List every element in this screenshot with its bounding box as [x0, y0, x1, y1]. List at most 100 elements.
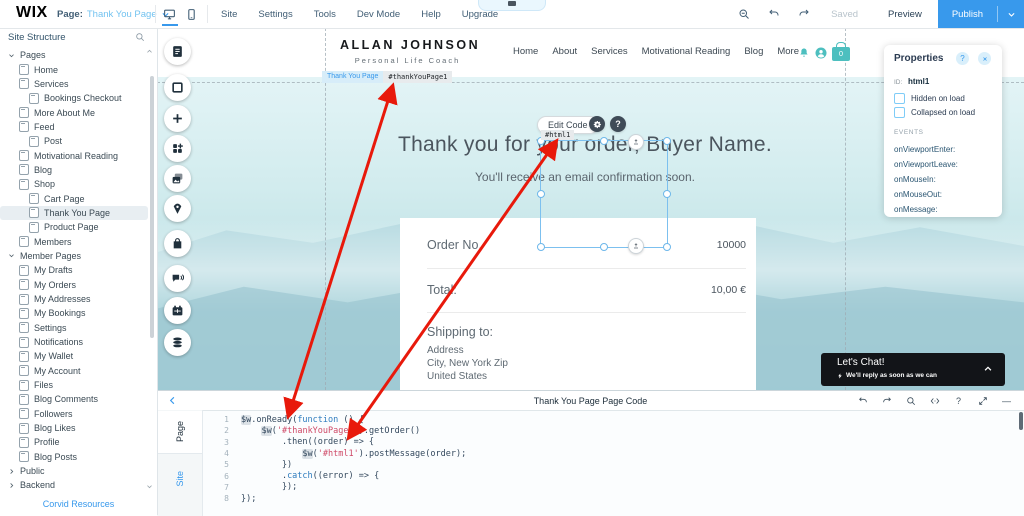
redo-button[interactable] [789, 0, 819, 28]
undo-icon[interactable] [857, 395, 868, 406]
site-nav-blog[interactable]: Blog [744, 46, 763, 57]
resize-handle[interactable] [537, 190, 545, 198]
event-onmessage[interactable]: onMessage: [894, 205, 938, 214]
sidebar-item-files[interactable]: Files [0, 378, 148, 392]
corvid-resources-link[interactable]: Corvid Resources [0, 499, 157, 509]
sidebar-item-my-account[interactable]: My Account [0, 364, 148, 378]
sidebar-item-member-pages[interactable]: Member Pages [0, 249, 148, 263]
event-onviewportleave[interactable]: onViewportLeave: [894, 160, 958, 169]
resize-handle[interactable] [600, 137, 608, 145]
sidebar-item-members[interactable]: Members [0, 234, 148, 248]
save-status[interactable]: Saved [831, 9, 858, 20]
resize-handle[interactable] [663, 243, 671, 251]
redo-icon[interactable] [881, 395, 892, 406]
background-button[interactable] [164, 74, 191, 101]
sidebar-item-post[interactable]: Post [0, 134, 148, 148]
menu-site[interactable]: Site [221, 9, 237, 20]
help-button[interactable]: ? [610, 116, 626, 132]
chevron-up-icon[interactable] [983, 364, 993, 374]
scroll-down-icon[interactable] [146, 483, 153, 490]
sidebar-item-followers[interactable]: Followers [0, 407, 148, 421]
resize-handle[interactable] [663, 137, 671, 145]
scrollbar-thumb[interactable] [150, 76, 154, 338]
tab-site[interactable]: Site [157, 458, 202, 500]
undo-button[interactable] [759, 0, 789, 28]
zoom-out-button[interactable] [729, 0, 759, 28]
avatar-icon[interactable] [815, 47, 827, 59]
sidebar-item-backend[interactable]: Backend [0, 478, 148, 492]
sidebar-item-pages[interactable]: Pages [0, 48, 148, 62]
mobile-icon[interactable] [185, 8, 198, 21]
sidebar-item-home[interactable]: Home [0, 62, 148, 76]
sidebar-item-feed[interactable]: Feed [0, 120, 148, 134]
bell-icon[interactable] [798, 47, 810, 59]
tab-page[interactable]: Page [157, 411, 202, 454]
stretch-handle-bottom[interactable] [628, 238, 644, 254]
sidebar-item-blog-comments[interactable]: Blog Comments [0, 392, 148, 406]
sidebar-item-shop[interactable]: Shop [0, 177, 148, 191]
desktop-icon[interactable] [163, 8, 176, 21]
event-onviewportenter[interactable]: onViewportEnter: [894, 145, 955, 154]
menu-dev-mode[interactable]: Dev Mode [357, 9, 400, 20]
resize-handle[interactable] [537, 243, 545, 251]
code-icon[interactable] [929, 395, 940, 406]
scroll-up-icon[interactable] [146, 48, 153, 55]
sidebar-item-settings[interactable]: Settings [0, 321, 148, 335]
checkbox-hidden-on-load[interactable]: Hidden on load [894, 93, 965, 104]
sidebar-item-product-page[interactable]: Product Page [0, 220, 148, 234]
sidebar-item-notifications[interactable]: Notifications [0, 335, 148, 349]
page-name-tag[interactable]: Thank You Page [322, 71, 383, 83]
sidebar-item-bookings-checkout[interactable]: Bookings Checkout [0, 91, 148, 105]
stretch-handle-top[interactable] [628, 134, 644, 150]
code-scrollbar-thumb[interactable] [1019, 412, 1023, 430]
chat-widget[interactable]: Let's Chat! We'll reply as soon as we ca… [821, 353, 1005, 386]
cart-icon[interactable]: 0 [832, 47, 850, 61]
page-selector[interactable]: Page: Thank You Page [57, 0, 170, 28]
properties-help-button[interactable]: ? [956, 52, 969, 65]
resize-handle[interactable] [663, 190, 671, 198]
sidebar-item-services[interactable]: Services [0, 77, 148, 91]
sidebar-item-blog-likes[interactable]: Blog Likes [0, 421, 148, 435]
store-button[interactable] [164, 230, 191, 257]
menu-help[interactable]: Help [421, 9, 441, 20]
sidebar-item-my-wallet[interactable]: My Wallet [0, 349, 148, 363]
resize-handle[interactable] [600, 243, 608, 251]
page-id-tag[interactable]: #thankYouPage1 [383, 71, 452, 83]
media-button[interactable] [164, 165, 191, 192]
wix-logo[interactable]: WIX [16, 4, 48, 22]
site-nav-home[interactable]: Home [513, 46, 538, 57]
sidebar-item-my-drafts[interactable]: My Drafts [0, 263, 148, 277]
sidebar-item-motivational-reading[interactable]: Motivational Reading [0, 148, 148, 162]
code-editor[interactable]: 1$w.onReady(function () {2 $w('#thankYou… [203, 410, 1016, 516]
sidebar-item-cart-page[interactable]: Cart Page [0, 191, 148, 205]
search-icon[interactable] [905, 395, 916, 406]
sidebar-item-more-about-me[interactable]: More About Me [0, 105, 148, 119]
search-icon[interactable] [135, 32, 145, 42]
event-onmouseout[interactable]: onMouseOut: [894, 190, 942, 199]
minimize-icon[interactable]: — [1001, 395, 1012, 406]
add-button[interactable] [164, 105, 191, 132]
event-onmousein[interactable]: onMouseIn: [894, 175, 936, 184]
site-nav-motivational-reading[interactable]: Motivational Reading [642, 46, 731, 57]
help-icon[interactable]: ? [953, 395, 964, 406]
sidebar-item-thank-you-page[interactable]: Thank You Page [0, 206, 148, 220]
menu-tools[interactable]: Tools [314, 9, 336, 20]
chat-button[interactable] [164, 265, 191, 292]
publish-button[interactable]: Publish [938, 9, 997, 20]
blog-button[interactable] [164, 195, 191, 222]
add-apps-button[interactable] [164, 135, 191, 162]
sidebar-item-my-addresses[interactable]: My Addresses [0, 292, 148, 306]
publish-dropdown[interactable] [998, 10, 1024, 19]
expand-icon[interactable] [977, 395, 988, 406]
bookings-button[interactable] [164, 297, 191, 324]
preview-button[interactable]: Preview [888, 9, 922, 20]
sidebar-item-profile[interactable]: Profile [0, 435, 148, 449]
selection-box[interactable] [540, 140, 668, 248]
sidebar-item-public[interactable]: Public [0, 464, 148, 478]
content-manager-button[interactable] [164, 329, 191, 356]
menus-pages-button[interactable] [164, 38, 191, 65]
sidebar-item-my-orders[interactable]: My Orders [0, 278, 148, 292]
sidebar-item-blog-posts[interactable]: Blog Posts [0, 450, 148, 464]
site-nav-more[interactable]: More [777, 46, 799, 57]
site-nav-about[interactable]: About [552, 46, 577, 57]
